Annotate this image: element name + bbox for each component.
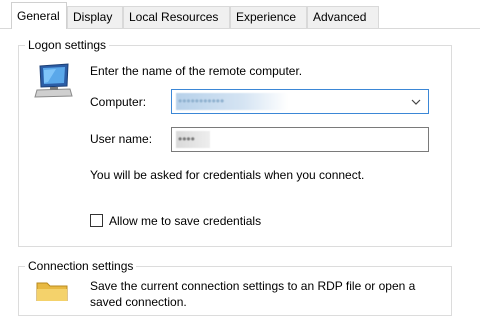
tab-divider (0, 28, 480, 29)
remote-computer-prompt: Enter the name of the remote computer. (90, 64, 303, 78)
computer-monitor-icon (34, 63, 73, 98)
tab-advanced[interactable]: Advanced (307, 6, 379, 28)
computer-value: ••••••••••• (176, 93, 288, 110)
computer-label: Computer: (90, 95, 147, 109)
connection-settings-title: Connection settings (25, 258, 137, 274)
save-credentials-checkbox[interactable] (90, 214, 103, 227)
folder-icon (36, 282, 68, 301)
chevron-down-icon[interactable] (410, 96, 422, 108)
user-name-input[interactable]: •••• (171, 127, 429, 152)
logon-settings-title: Logon settings (25, 37, 110, 53)
user-name-label: User name: (90, 132, 153, 146)
user-name-value: •••• (176, 131, 210, 148)
tab-experience[interactable]: Experience (230, 6, 307, 28)
credentials-note: You will be asked for credentials when y… (90, 168, 365, 182)
connection-description-line1: Save the current connection settings to … (90, 279, 416, 293)
tab-bar: General Display Local Resources Experien… (0, 0, 480, 29)
tab-display[interactable]: Display (67, 6, 123, 28)
tab-local-resources[interactable]: Local Resources (123, 6, 230, 28)
save-credentials-label[interactable]: Allow me to save credentials (109, 213, 261, 229)
connection-description-line2: saved connection. (90, 295, 187, 309)
computer-combobox[interactable]: ••••••••••• (171, 89, 429, 114)
tab-general[interactable]: General (11, 2, 67, 29)
